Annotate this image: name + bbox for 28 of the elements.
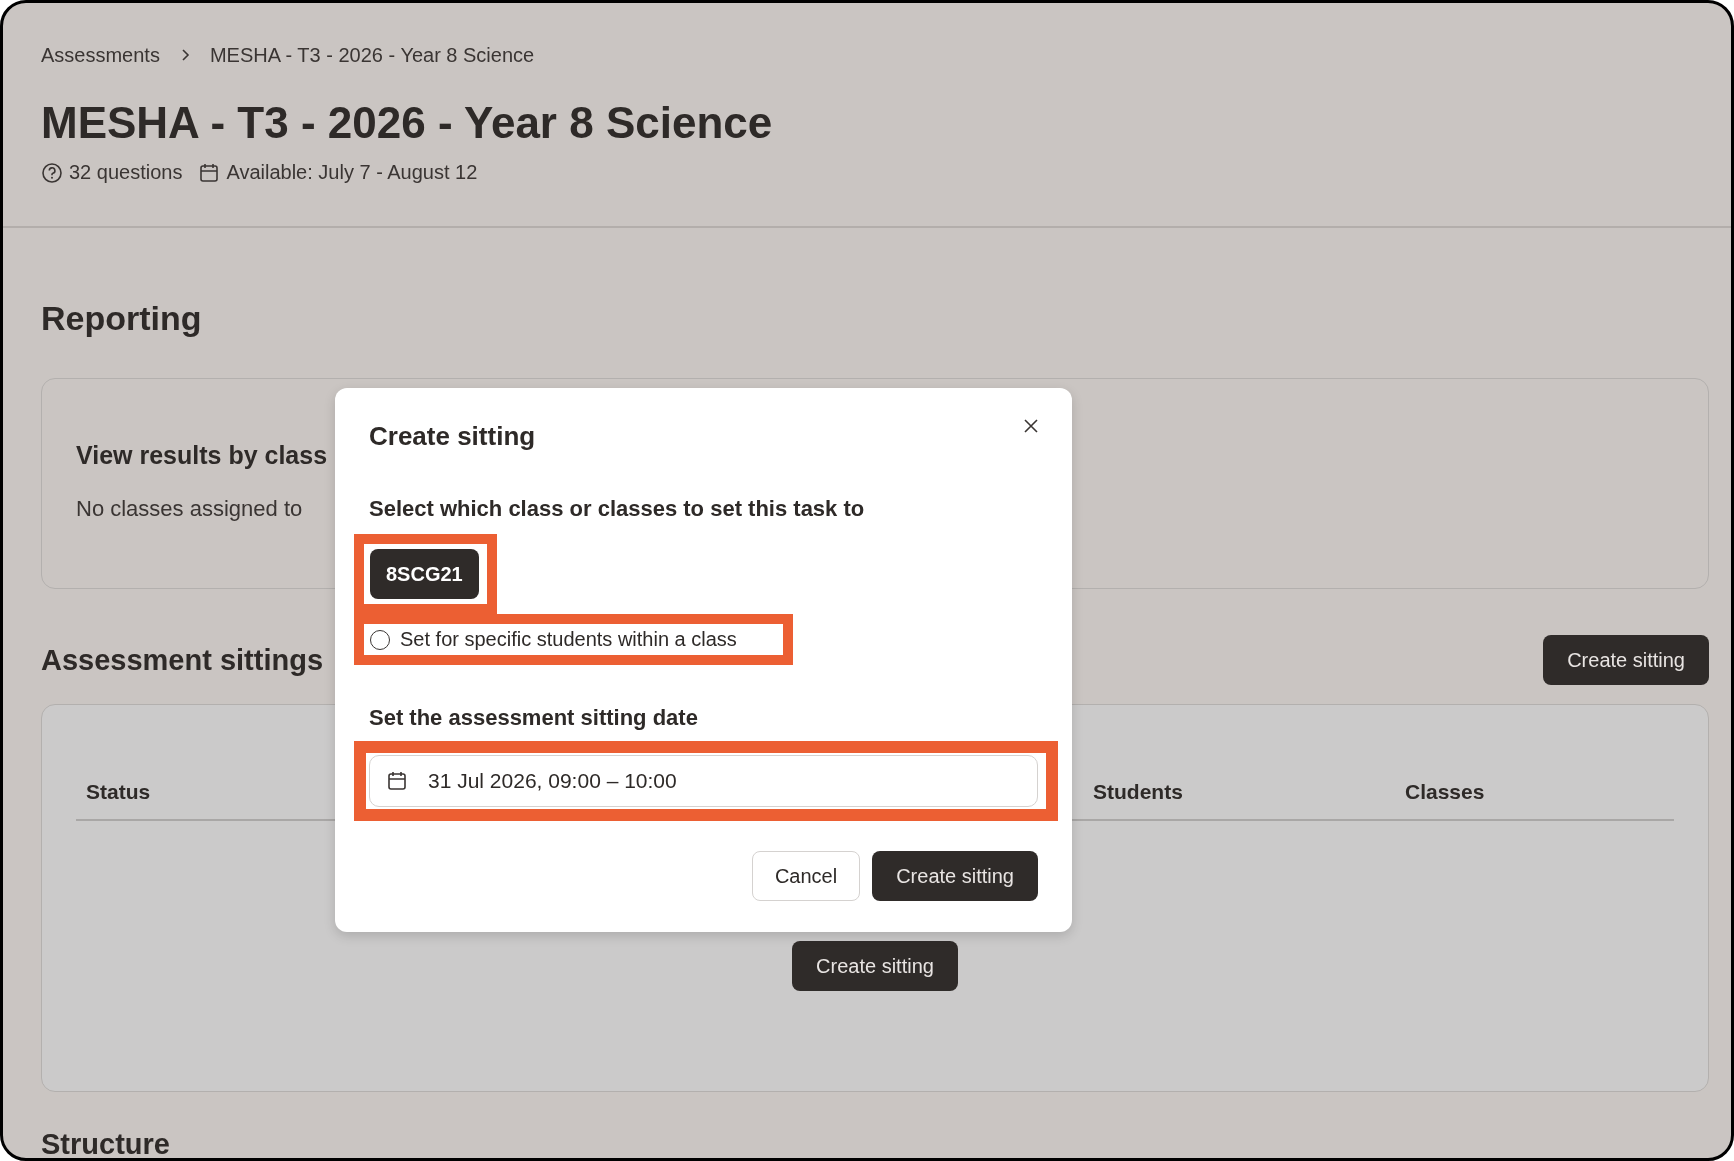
checkbox-label[interactable]: Set for specific students within a class	[400, 628, 737, 651]
card-title: View results by class	[76, 441, 328, 470]
create-sitting-button[interactable]: Create sitting	[872, 851, 1038, 901]
section-heading: Reporting	[41, 298, 203, 339]
calendar-icon	[198, 161, 221, 184]
date-field[interactable]: 31 Jul 2026, 09:00 – 10:00	[369, 755, 1038, 807]
section-heading: Structure	[41, 1128, 171, 1158]
close-icon[interactable]	[1023, 418, 1039, 434]
breadcrumb-link[interactable]: Assessments	[41, 43, 160, 67]
question-icon	[41, 161, 63, 184]
section-heading: Assessment sittings	[41, 643, 324, 677]
cancel-button[interactable]: Cancel	[751, 851, 861, 901]
column-header: Status	[86, 780, 151, 804]
column-header: Students	[1093, 780, 1183, 804]
calendar-icon	[386, 770, 408, 792]
chevron-right-icon	[179, 48, 190, 62]
field-label: Select which class or classes to set this task to	[369, 496, 866, 522]
page-title: MESHA - T3 - 2026 - Year 8 Science	[41, 97, 774, 149]
field-label: Set the assessment sitting date	[369, 705, 699, 731]
question-count: 32 questions	[69, 161, 183, 184]
breadcrumb-link[interactable]: MESHA - T3 - 2026 - Year 8 Science	[209, 43, 535, 67]
dialog-title: Create sitting	[369, 420, 536, 452]
class-chip[interactable]: 8SCG21	[370, 549, 479, 599]
create-sitting-button[interactable]: Create sitting	[792, 941, 958, 991]
column-header: Classes	[1405, 780, 1485, 804]
create-sitting-button[interactable]: Create sitting	[1543, 635, 1709, 685]
card-text: No classes assigned to	[76, 496, 303, 522]
availability-dates: Available: July 7 - August 12	[226, 161, 478, 184]
